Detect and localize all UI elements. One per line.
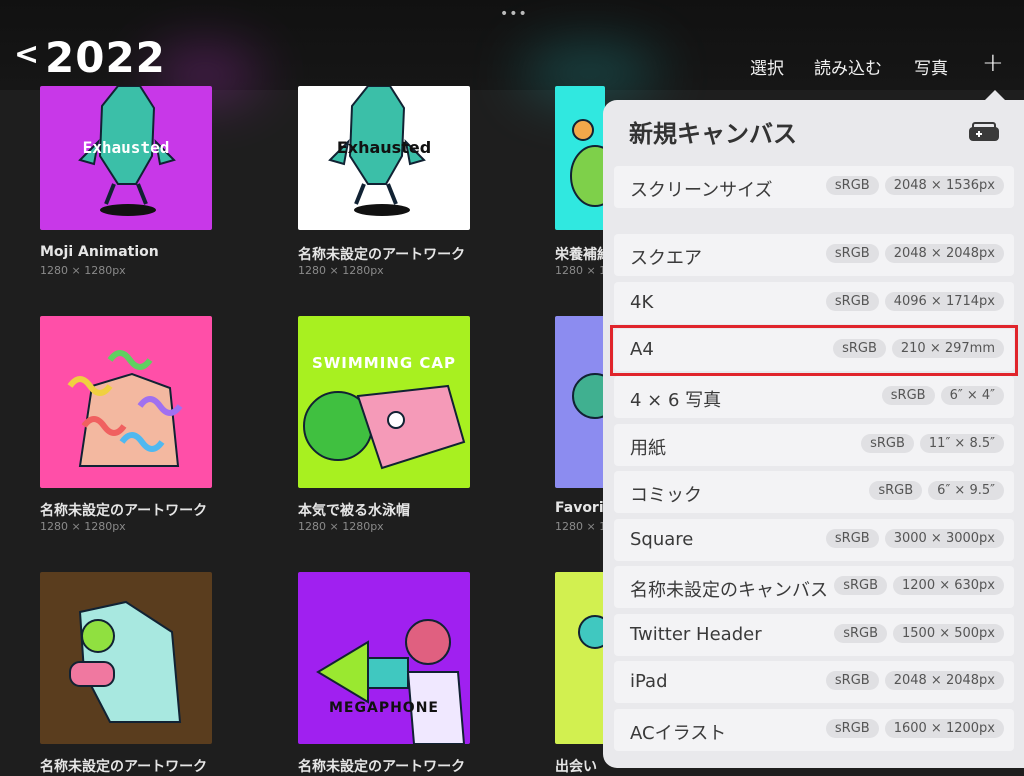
artwork-title: 名称未設定のアートワーク bbox=[298, 759, 466, 775]
preset-name: 4K bbox=[630, 292, 654, 313]
preset-name: スクエア bbox=[630, 248, 702, 269]
dimensions-badge: 1600 × 1200px bbox=[884, 719, 1004, 738]
artwork-title: 名称未設定のアートワーク bbox=[40, 759, 208, 775]
color-profile-badge: sRGB bbox=[825, 671, 879, 690]
artwork-thumbnail[interactable] bbox=[555, 316, 605, 488]
highlight-box bbox=[610, 325, 1018, 376]
dimensions-badge: 4096 × 1714px bbox=[884, 292, 1004, 311]
canvas-preset-row[interactable]: iPad sRGB 2048 × 2048px bbox=[614, 661, 1014, 703]
dimensions-badge: 2048 × 1536px bbox=[884, 176, 1004, 195]
preset-name: 用紙 bbox=[630, 438, 666, 459]
plus-icon[interactable]: + bbox=[982, 48, 1004, 78]
color-profile-badge: sRGB bbox=[825, 292, 879, 311]
artwork-title: 本気で被る水泳帽 bbox=[298, 503, 410, 519]
color-profile-badge: sRGB bbox=[825, 176, 879, 195]
canvas-preset-row[interactable]: ACイラスト sRGB 1600 × 1200px bbox=[614, 709, 1014, 751]
dimensions-badge: 11″ × 8.5″ bbox=[919, 434, 1004, 453]
dimensions-badge: 2048 × 2048px bbox=[884, 244, 1004, 263]
back-chevron-icon[interactable]: < bbox=[14, 38, 39, 72]
preset-name: ACイラスト bbox=[630, 723, 727, 744]
color-profile-badge: sRGB bbox=[825, 719, 879, 738]
artwork-thumbnail[interactable]: Exhausted bbox=[298, 86, 470, 230]
preset-name: Twitter Header bbox=[630, 624, 762, 645]
multitask-dots-icon[interactable]: ••• bbox=[500, 6, 528, 22]
artwork-thumbnail[interactable]: Exhausted bbox=[40, 86, 212, 230]
swimmer-illustration bbox=[303, 384, 466, 470]
color-profile-badge: sRGB bbox=[825, 529, 879, 548]
monster-illustration bbox=[78, 86, 176, 216]
artwork-thumbnail[interactable] bbox=[555, 572, 605, 744]
color-profile-badge: sRGB bbox=[869, 481, 923, 500]
artwork-title: 出会い bbox=[555, 759, 597, 775]
canvas-preset-row[interactable]: スクリーンサイズ sRGB 2048 × 1536px bbox=[614, 166, 1014, 208]
import-button[interactable]: 読み込む bbox=[814, 54, 882, 79]
color-profile-badge: sRGB bbox=[834, 576, 887, 595]
artwork-text: MEGAPHONE bbox=[329, 700, 439, 716]
dimensions-badge: 1500 × 500px bbox=[893, 624, 1004, 643]
character-illustration bbox=[572, 373, 605, 419]
dimensions-badge: 6″ × 4″ bbox=[940, 386, 1004, 405]
canvas-preset-row[interactable]: 名称未設定のキャンバス sRGB 1200 × 630px bbox=[614, 566, 1014, 608]
character-illustration bbox=[570, 119, 605, 207]
artwork-title: 名称未設定のアートワーク bbox=[298, 247, 466, 263]
canvas-preset-row[interactable]: Square sRGB 3000 × 3000px bbox=[614, 519, 1014, 561]
artwork-thumbnail[interactable]: SWIMMING CAP bbox=[298, 316, 470, 488]
preset-name: iPad bbox=[630, 671, 668, 692]
horse-illustration bbox=[69, 600, 182, 723]
color-profile-badge: sRGB bbox=[881, 386, 935, 405]
page-title: 2022 bbox=[45, 33, 166, 82]
artwork-size: 1280 × 1280px bbox=[40, 264, 126, 277]
dimensions-badge: 1200 × 630px bbox=[893, 576, 1004, 595]
artwork-thumbnail[interactable] bbox=[40, 316, 212, 488]
canvas-preset-row[interactable]: 4K sRGB 4096 × 1714px bbox=[614, 282, 1014, 324]
canvas-preset-row[interactable]: コミック sRGB 6″ × 9.5″ bbox=[614, 471, 1014, 513]
new-canvas-popover: 新規キャンバス スクリーンサイズ sRGB 2048 × 1536px スクエア … bbox=[603, 100, 1024, 768]
monster-illustration bbox=[328, 86, 426, 216]
preset-name: 4 × 6 写真 bbox=[630, 390, 722, 411]
custom-canvas-icon[interactable] bbox=[968, 122, 1000, 142]
artwork-title: 名称未設定のアートワーク bbox=[40, 503, 208, 519]
popover-title: 新規キャンバス bbox=[629, 120, 797, 148]
canvas-preset-row[interactable]: スクエア sRGB 2048 × 2048px bbox=[614, 234, 1014, 276]
canvas-preset-row[interactable]: Twitter Header sRGB 1500 × 500px bbox=[614, 614, 1014, 656]
artwork-text: Exhausted bbox=[82, 138, 170, 157]
preset-name: コミック bbox=[630, 485, 702, 506]
artwork-thumbnail[interactable] bbox=[40, 572, 212, 744]
artwork-title: Moji Animation bbox=[40, 244, 159, 260]
dimensions-badge: 6″ × 9.5″ bbox=[928, 481, 1004, 500]
artwork-size: 1280 × 1280px bbox=[298, 520, 384, 533]
artwork-thumbnail[interactable] bbox=[555, 86, 605, 230]
preset-name: 名称未設定のキャンバス bbox=[630, 580, 828, 601]
character-illustration bbox=[578, 615, 605, 649]
canvas-preset-row[interactable]: 4 × 6 写真 sRGB 6″ × 4″ bbox=[614, 376, 1014, 418]
preset-name: Square bbox=[630, 529, 694, 550]
color-profile-badge: sRGB bbox=[825, 244, 879, 263]
dimensions-badge: 2048 × 2048px bbox=[884, 671, 1004, 690]
color-profile-badge: sRGB bbox=[861, 434, 914, 453]
megaphone-illustration bbox=[316, 619, 466, 744]
canvas-preset-row[interactable]: 用紙 sRGB 11″ × 8.5″ bbox=[614, 424, 1014, 466]
photo-button[interactable]: 写真 bbox=[914, 54, 948, 79]
artwork-size: 1280 × 1280px bbox=[40, 520, 126, 533]
preset-name: スクリーンサイズ bbox=[630, 180, 773, 201]
artwork-text: Exhausted bbox=[336, 138, 432, 157]
artwork-size: 1280 × 1280px bbox=[298, 264, 384, 277]
dimensions-badge: 3000 × 3000px bbox=[884, 529, 1004, 548]
color-profile-badge: sRGB bbox=[834, 624, 887, 643]
artwork-text: SWIMMING CAP bbox=[311, 354, 457, 372]
worms-illustration bbox=[67, 350, 183, 467]
artwork-thumbnail[interactable]: MEGAPHONE bbox=[298, 572, 470, 744]
select-button[interactable]: 選択 bbox=[750, 54, 784, 79]
